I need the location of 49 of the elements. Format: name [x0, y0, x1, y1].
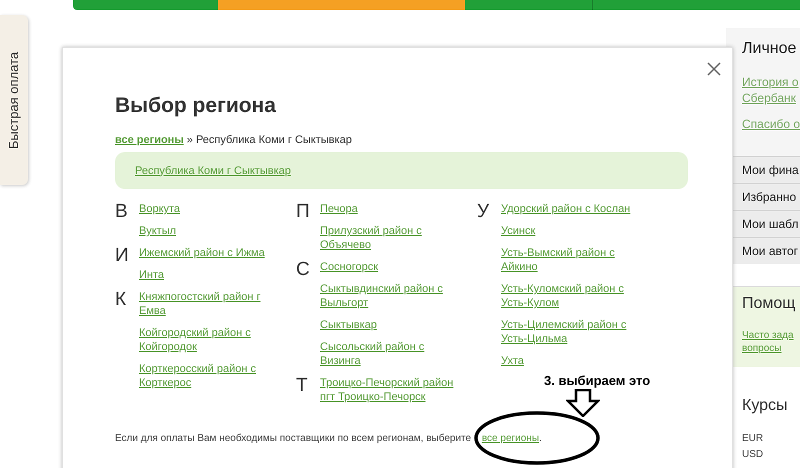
nav-tab[interactable]	[593, 0, 800, 10]
breadcrumb-text: » Республика Коми г Сыктывкар	[186, 134, 352, 146]
index-letter: Т	[296, 376, 309, 398]
region-link[interactable]: Сысольский район с Визинга	[320, 340, 460, 368]
region-link[interactable]: Ижемский район с Ижма	[139, 246, 265, 260]
region-link[interactable]: Воркута	[139, 202, 180, 216]
region-link[interactable]: Усть-Куломский район с Усть-Кулом	[501, 282, 641, 310]
nav-tab[interactable]	[465, 0, 593, 10]
region-link[interactable]: Вуктыл	[139, 224, 176, 238]
nav-tab[interactable]	[73, 0, 218, 10]
region-link[interactable]: Усть-Цилемский район с Усть-Цильма	[501, 318, 641, 346]
footer-text: Если для оплаты Вам необходимы поставщики по всем регионам, выберите все регионы.	[115, 433, 543, 444]
region-link[interactable]: Усть-Вымский район с Айкино	[501, 246, 641, 274]
sidebar-link[interactable]: История о Сбербанк	[742, 74, 800, 106]
index-letter: В	[115, 202, 129, 224]
region-link[interactable]: Троицко-Печорский район пгт Троицко-Печорск	[320, 376, 460, 404]
region-link[interactable]: Прилузский район с Объячево	[320, 224, 460, 252]
region-link[interactable]: Княжпогостский район г Емва	[139, 290, 279, 318]
index-letter: П	[296, 202, 311, 224]
sidebar-title: Личное	[742, 40, 798, 58]
index-letter: У	[477, 202, 490, 224]
region-link[interactable]: Усинск	[501, 224, 536, 238]
region-link[interactable]: Удорский район с Кослан	[501, 202, 630, 216]
region-link[interactable]: Сосногорск	[320, 260, 378, 274]
down-arrow-icon	[566, 389, 600, 417]
region-link[interactable]: Сыктывкар	[320, 318, 377, 332]
region-link[interactable]: Сыктывдинский район с Выльгорт	[320, 282, 460, 310]
selected-region-link[interactable]: Республика Коми г Сыктывкар	[135, 164, 291, 176]
region-link[interactable]: Инта	[139, 268, 164, 282]
region-link[interactable]: Койгородский район с Койгородок	[139, 326, 279, 354]
sidebar-link[interactable]: Спасибо о	[742, 116, 800, 132]
close-icon[interactable]	[707, 62, 721, 76]
annotation-text: 3. выбираем это	[544, 373, 650, 388]
rates-title: Курсы	[741, 397, 789, 415]
all-regions-link[interactable]: все регионы	[482, 433, 540, 444]
index-letter: И	[115, 246, 130, 268]
region-link[interactable]: Ухта	[501, 354, 524, 368]
quick-pay-tab[interactable]: Быстрая оплата	[0, 15, 28, 185]
region-link[interactable]: Корткеросский район с Корткерос	[139, 362, 279, 390]
region-link[interactable]: Печора	[320, 202, 358, 216]
nav-tab[interactable]	[218, 0, 465, 10]
currency-label: USD	[741, 449, 764, 460]
breadcrumb-link[interactable]: все регионы	[115, 134, 184, 146]
faq-link[interactable]: Часто зада вопросы	[742, 329, 800, 355]
dialog-title: Выбор региона	[115, 94, 277, 118]
index-letter: С	[296, 260, 311, 282]
currency-label: EUR	[741, 433, 764, 444]
help-title: Помощ	[742, 295, 796, 313]
index-letter: К	[115, 290, 128, 312]
